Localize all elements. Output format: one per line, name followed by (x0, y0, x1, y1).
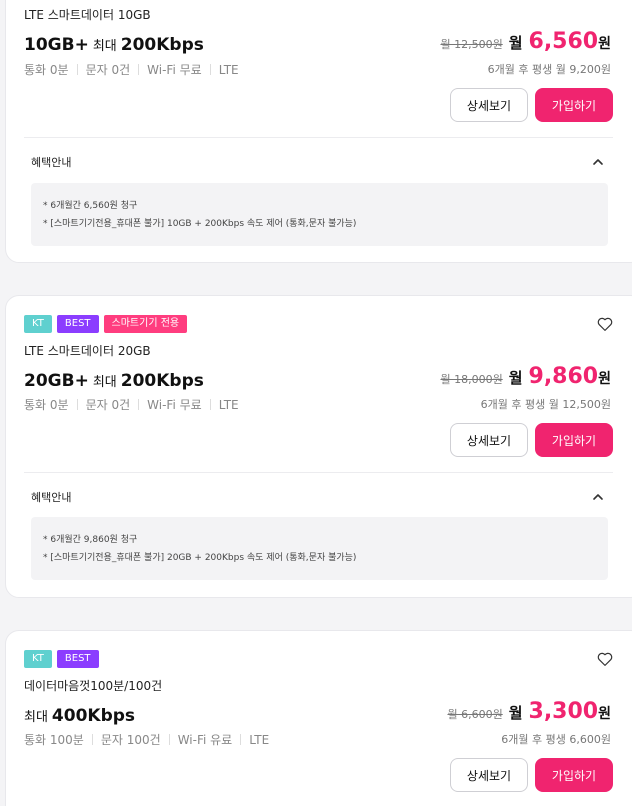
benefit-title[interactable]: 혜택안내 (31, 489, 71, 505)
carrier-tag: KT (24, 315, 52, 333)
benefit-title[interactable]: 혜택안내 (31, 154, 71, 170)
discount-price: 6,560 (528, 29, 599, 54)
join-button[interactable]: 가입하기 (535, 758, 613, 792)
divider (24, 137, 613, 138)
original-price: 월 12,500원 (440, 38, 503, 51)
plan-name: LTE 스마트데이터 20GB (24, 344, 151, 358)
plan-card: KT BEST 데이터마음껏100분/100건 최대 400Kbps 통화 10… (5, 630, 632, 806)
best-tag: BEST (56, 315, 99, 333)
spec-network: LTE (249, 732, 270, 747)
plan-specs: 통화 0분 문자 0건 Wi-Fi 무료 LTE (24, 396, 239, 413)
spec-sms: 문자 0건 (85, 63, 131, 77)
plan-name: 데이터마음껏100분/100건 (24, 679, 163, 693)
tag-list: KT BEST 스마트기기 전용 (24, 315, 188, 333)
discount-price: 3,300 (528, 699, 599, 724)
data-amount: 20GB+ (24, 371, 89, 391)
speed-limit: 200Kbps (120, 371, 204, 391)
detail-button[interactable]: 상세보기 (450, 88, 528, 122)
max-label: 최대 (92, 375, 117, 390)
plan-card: LTE 스마트데이터 10GB 10GB+ 최대 200Kbps 통화 0분 문… (5, 0, 632, 263)
detail-button[interactable]: 상세보기 (450, 423, 528, 457)
spec-wifi: Wi-Fi 유료 (177, 733, 233, 747)
price-block: 월 6,600원 월 3,300 원 (447, 699, 611, 724)
original-price: 월 6,600원 (447, 708, 503, 721)
price-block: 월 12,500원 월 6,560 원 (440, 29, 611, 54)
spec-sms: 문자 0건 (85, 398, 131, 412)
plan-headline: 최대 400Kbps (24, 706, 135, 726)
plan-card: KT BEST 스마트기기 전용 LTE 스마트데이터 20GB 20GB+ 최… (5, 295, 632, 598)
detail-button[interactable]: 상세보기 (450, 758, 528, 792)
heart-icon[interactable] (596, 315, 614, 333)
plan-headline: 10GB+ 최대 200Kbps (24, 35, 204, 55)
benefit-item: * 6개월간 9,860원 청구 (43, 535, 138, 545)
spec-sms: 문자 100건 (100, 733, 161, 747)
spec-call: 통화 100분 (24, 733, 84, 747)
benefit-box: * 6개월간 6,560원 청구 * [스마트기기전용_휴대폰 불가] 10GB… (31, 183, 608, 246)
currency-label: 원 (598, 706, 611, 722)
max-label: 최대 (92, 39, 117, 54)
benefit-item: * [스마트기기전용_휴대폰 불가] 20GB + 200Kbps 속도 제어 … (43, 553, 357, 563)
plan-specs: 통화 0분 문자 0건 Wi-Fi 무료 LTE (24, 61, 239, 78)
max-label: 최대 (24, 710, 48, 725)
price-block: 월 18,000원 월 9,860 원 (440, 364, 611, 389)
benefit-item: * 6개월간 6,560원 청구 (43, 201, 138, 211)
smart-device-tag: 스마트기기 전용 (103, 315, 188, 333)
data-amount: 10GB+ (24, 35, 89, 55)
plan-specs: 통화 100분 문자 100건 Wi-Fi 유료 LTE (24, 731, 269, 748)
chevron-up-icon[interactable] (592, 491, 604, 503)
join-button[interactable]: 가입하기 (535, 88, 613, 122)
benefit-box: * 6개월간 9,860원 청구 * [스마트기기전용_휴대폰 불가] 20GB… (31, 517, 608, 580)
speed-limit: 400Kbps (51, 706, 136, 726)
speed-limit: 200Kbps (120, 35, 204, 55)
month-label: 월 (508, 704, 523, 722)
spec-wifi: Wi-Fi 무료 (147, 398, 202, 412)
original-price: 월 18,000원 (440, 373, 503, 386)
plan-headline: 20GB+ 최대 200Kbps (24, 371, 204, 391)
spec-network: LTE (218, 397, 239, 412)
month-label: 월 (508, 369, 523, 387)
heart-icon[interactable] (596, 650, 614, 668)
spec-network: LTE (218, 62, 239, 77)
spec-call: 통화 0분 (24, 398, 69, 412)
after-price: 6개월 후 평생 6,600원 (501, 733, 611, 746)
carrier-tag: KT (24, 650, 52, 668)
benefit-item: * [스마트기기전용_휴대폰 불가] 10GB + 200Kbps 속도 제어 … (43, 219, 357, 229)
after-price: 6개월 후 평생 월 12,500원 (480, 398, 611, 411)
spec-wifi: Wi-Fi 무료 (147, 63, 202, 77)
currency-label: 원 (598, 371, 611, 387)
tag-list: KT BEST (24, 650, 99, 668)
divider (24, 472, 613, 473)
after-price: 6개월 후 평생 월 9,200원 (487, 63, 611, 76)
month-label: 월 (508, 34, 523, 52)
currency-label: 원 (598, 36, 611, 52)
chevron-up-icon[interactable] (592, 156, 604, 168)
discount-price: 9,860 (528, 364, 599, 389)
join-button[interactable]: 가입하기 (535, 423, 613, 457)
spec-call: 통화 0분 (24, 63, 69, 77)
plan-name: LTE 스마트데이터 10GB (24, 8, 151, 22)
best-tag: BEST (56, 650, 99, 668)
